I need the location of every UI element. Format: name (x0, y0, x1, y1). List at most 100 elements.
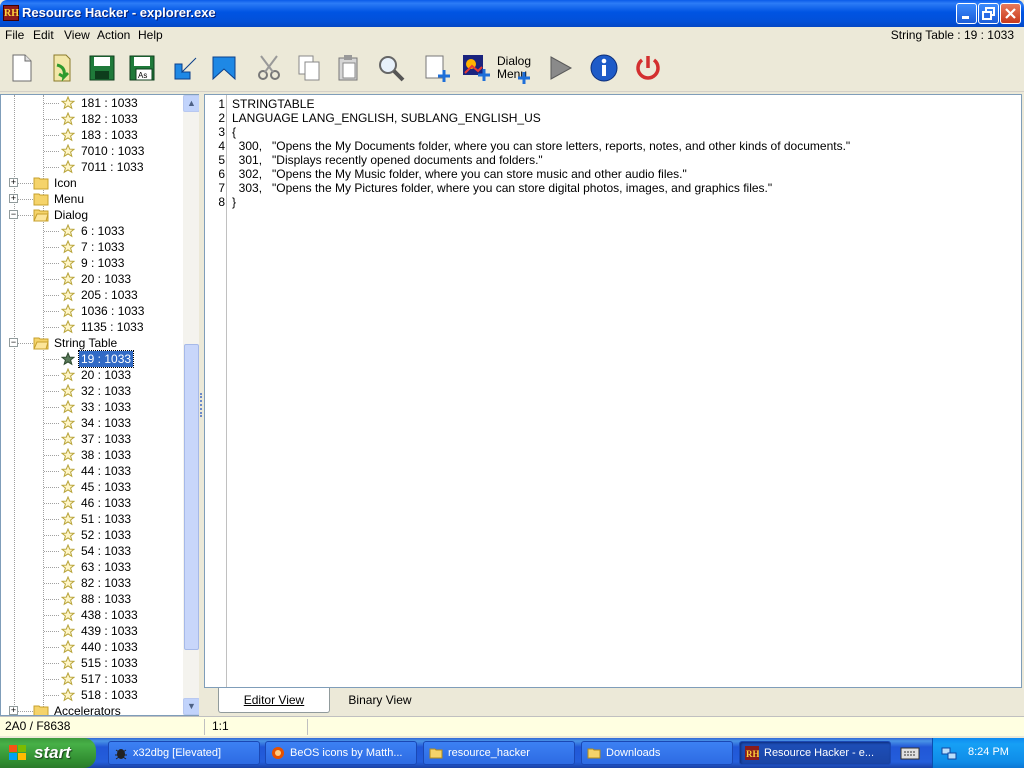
tree-item-label: 1036 : 1033 (81, 304, 145, 318)
keyboard-layout-button[interactable] (900, 744, 920, 765)
copy-button[interactable] (291, 49, 327, 87)
code-line[interactable]: STRINGTABLE (232, 97, 314, 111)
scroll-thumb[interactable] (184, 344, 199, 650)
about-button[interactable] (586, 49, 622, 87)
tree-item[interactable]: 7011 : 1033 (1, 159, 183, 175)
menu-view[interactable]: View (64, 28, 90, 42)
tree-item[interactable]: 52 : 1033 (1, 527, 183, 543)
tree-vertical-scrollbar[interactable]: ▲ ▼ (183, 95, 199, 715)
resource-tree[interactable]: 181 : 1033 182 : 1033 183 : 1033 7010 : 103… (0, 94, 200, 716)
tree-item[interactable]: 6 : 1033 (1, 223, 183, 239)
collapse-toggle[interactable]: − (9, 338, 18, 347)
task-x32dbg[interactable]: x32dbg [Elevated] (108, 741, 260, 765)
import-button[interactable] (168, 49, 204, 87)
task-resource-hacker[interactable]: RH Resource Hacker - e... (739, 741, 891, 765)
open-button[interactable] (43, 49, 79, 87)
splitter-grip[interactable] (200, 393, 203, 417)
tree-item[interactable]: 439 : 1033 (1, 623, 183, 639)
tree-item[interactable]: 34 : 1033 (1, 415, 183, 431)
tree-item[interactable]: 1135 : 1033 (1, 319, 183, 335)
tree-item[interactable]: 7 : 1033 (1, 239, 183, 255)
add-image-resource-button[interactable] (458, 49, 494, 87)
tree-folder-menu[interactable]: + Menu (1, 191, 183, 207)
code-line[interactable]: LANGUAGE LANG_ENGLISH, SUBLANG_ENGLISH_U… (232, 111, 541, 125)
tree-item[interactable]: 181 : 1033 (1, 95, 183, 111)
tree-item[interactable]: 205 : 1033 (1, 287, 183, 303)
restore-button[interactable] (978, 3, 999, 24)
expand-toggle[interactable]: + (9, 194, 18, 203)
tree-item[interactable]: 33 : 1033 (1, 399, 183, 415)
tree-item[interactable]: 46 : 1033 (1, 495, 183, 511)
tree-folder-accelerators[interactable]: + Accelerators (1, 703, 183, 715)
scroll-up-button[interactable]: ▲ (183, 95, 199, 112)
dialog-menu-merge-button[interactable]: Dialog Menu (497, 49, 535, 87)
code-line[interactable]: 302, "Opens the My Music folder, where y… (232, 167, 687, 181)
folder-icon (33, 705, 49, 715)
tree-item[interactable]: 54 : 1033 (1, 543, 183, 559)
tree-item[interactable]: 517 : 1033 (1, 671, 183, 687)
exit-button[interactable] (630, 49, 666, 87)
tab-editor-view[interactable]: Editor View (218, 688, 330, 713)
tree-item[interactable]: 440 : 1033 (1, 639, 183, 655)
tree-item[interactable]: 44 : 1033 (1, 463, 183, 479)
code-editor[interactable]: 1 2 3 4 5 6 7 8 STRINGTABLE LANGUAGE LAN… (204, 94, 1022, 688)
menu-action[interactable]: Action (97, 28, 130, 42)
code-line[interactable]: 300, "Opens the My Documents folder, whe… (232, 139, 851, 153)
tree-item[interactable]: 63 : 1033 (1, 559, 183, 575)
expand-toggle[interactable]: + (9, 178, 18, 187)
tree-item[interactable]: 438 : 1033 (1, 607, 183, 623)
clock[interactable]: 8:24 PM (968, 746, 1009, 758)
add-resource-button[interactable] (419, 49, 455, 87)
cut-button[interactable] (252, 49, 288, 87)
find-button[interactable] (373, 49, 409, 87)
start-button[interactable]: start (0, 738, 96, 768)
tree-item[interactable]: 20 : 1033 (1, 367, 183, 383)
code-line[interactable]: 301, "Displays recently opened documents… (232, 153, 543, 167)
task-resource-hacker-folder[interactable]: resource_hacker (423, 741, 575, 765)
expand-toggle[interactable]: + (9, 706, 18, 715)
menu-help[interactable]: Help (138, 28, 163, 42)
menu-edit[interactable]: Edit (33, 28, 54, 42)
save-button[interactable] (84, 49, 120, 87)
tree-item[interactable]: 183 : 1033 (1, 127, 183, 143)
tree-item[interactable]: 37 : 1033 (1, 431, 183, 447)
star-icon (61, 304, 75, 318)
code-line[interactable]: 303, "Opens the My Pictures folder, wher… (232, 181, 772, 195)
run-script-button[interactable] (542, 49, 578, 87)
tree-item[interactable]: 7010 : 1033 (1, 143, 183, 159)
title-bar[interactable]: RH Resource Hacker - explorer.exe (0, 0, 1024, 27)
tree-item[interactable]: 20 : 1033 (1, 271, 183, 287)
paste-button[interactable] (330, 49, 366, 87)
tree-item[interactable]: 515 : 1033 (1, 655, 183, 671)
tree-item[interactable]: 38 : 1033 (1, 447, 183, 463)
export-button[interactable] (206, 49, 242, 87)
tree-item[interactable]: 82 : 1033 (1, 575, 183, 591)
tree-item[interactable]: 45 : 1033 (1, 479, 183, 495)
scroll-down-button[interactable]: ▼ (183, 698, 199, 715)
tree-guide-line (44, 567, 59, 568)
code-line[interactable]: } (232, 195, 236, 209)
tree-item[interactable]: 518 : 1033 (1, 687, 183, 703)
tree-item[interactable]: 1036 : 1033 (1, 303, 183, 319)
tree-folder-string-table[interactable]: − String Table (1, 335, 183, 351)
tab-binary-view[interactable]: Binary View (330, 688, 430, 713)
minimize-button[interactable] (956, 3, 977, 24)
menu-file[interactable]: File (5, 28, 24, 42)
tree-folder-dialog[interactable]: − Dialog (1, 207, 183, 223)
tree-item[interactable]: 88 : 1033 (1, 591, 183, 607)
collapse-toggle[interactable]: − (9, 210, 18, 219)
code-line[interactable]: { (232, 125, 236, 139)
tree-item[interactable]: 51 : 1033 (1, 511, 183, 527)
tree-folder-icon[interactable]: + Icon (1, 175, 183, 191)
tree-item[interactable]: 9 : 1033 (1, 255, 183, 271)
save-as-button[interactable]: As (124, 49, 160, 87)
resource-hacker-app-icon[interactable]: RH (3, 5, 19, 21)
tree-item[interactable]: 32 : 1033 (1, 383, 183, 399)
new-button[interactable] (4, 49, 40, 87)
task-beos-icons[interactable]: BeOS icons by Matth... (265, 741, 417, 765)
tree-item[interactable]: 182 : 1033 (1, 111, 183, 127)
tree-item[interactable]: 19 : 1033 (1, 350, 183, 368)
task-downloads-folder[interactable]: Downloads (581, 741, 733, 765)
network-icon[interactable] (941, 745, 957, 761)
close-button[interactable] (1000, 3, 1021, 24)
